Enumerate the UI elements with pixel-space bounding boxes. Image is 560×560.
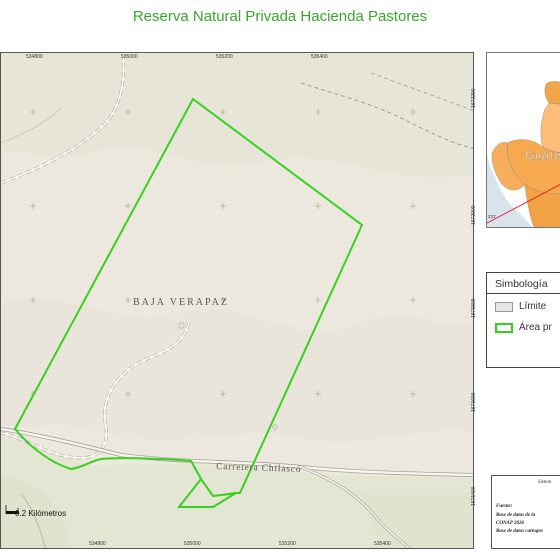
x-tick-top: 535200 [216, 54, 233, 60]
x-tick-top: 535000 [121, 54, 138, 60]
x-tick-bottom: 535200 [279, 541, 296, 547]
x-tick-bottom: 535400 [374, 541, 391, 547]
x-tick-top: 535400 [311, 54, 328, 60]
legend-label-area: Área pr [519, 322, 552, 333]
legend-title: Simbología [495, 278, 548, 290]
info-line: Base de datos de la [496, 513, 536, 518]
inset-grid-label: Z37 [488, 214, 496, 219]
inset-map[interactable]: Guate Z37 [486, 52, 560, 228]
y-tick: 1672000 [471, 205, 477, 225]
region-label: BAJA VERAPAZ [133, 297, 229, 308]
y-tick: 1671800 [471, 298, 477, 318]
legend-swatch-limit [495, 302, 513, 312]
legend-swatch-area [495, 323, 513, 333]
inset-country-label: Guate [525, 150, 560, 162]
x-tick-bottom: 535000 [184, 541, 201, 547]
x-tick-bottom: 534800 [89, 541, 106, 547]
legend: Simbología Límite Área pr [486, 272, 560, 368]
x-tick-top: 534800 [26, 54, 43, 60]
hillshade-mid [1, 298, 473, 443]
y-tick: 1671400 [471, 486, 477, 506]
map-title: Reserva Natural Privada Hacienda Pastore… [132, 8, 428, 25]
info-line: CONAP 2026 [496, 521, 525, 526]
info-heading: Sistem [538, 480, 552, 485]
scale-label: 0.2 Kilómetros [15, 509, 67, 518]
map-canvas: BAJA VERAPAZ Carretera Chilascó [1, 53, 473, 548]
legend-divider [487, 293, 560, 294]
info-source-label: Fuente: [496, 504, 513, 509]
y-tick: 1672200 [471, 88, 477, 108]
y-tick: 1671600 [471, 392, 477, 412]
info-line: Base de datos cartogra [496, 529, 543, 534]
source-box: Sistem Fuente: Base de datos de la CONAP… [491, 475, 560, 549]
inset-canvas: Guate Z37 [487, 53, 560, 227]
main-map[interactable]: BAJA VERAPAZ Carretera Chilascó 534800 5… [0, 52, 474, 549]
legend-label-limit: Límite [519, 301, 547, 312]
